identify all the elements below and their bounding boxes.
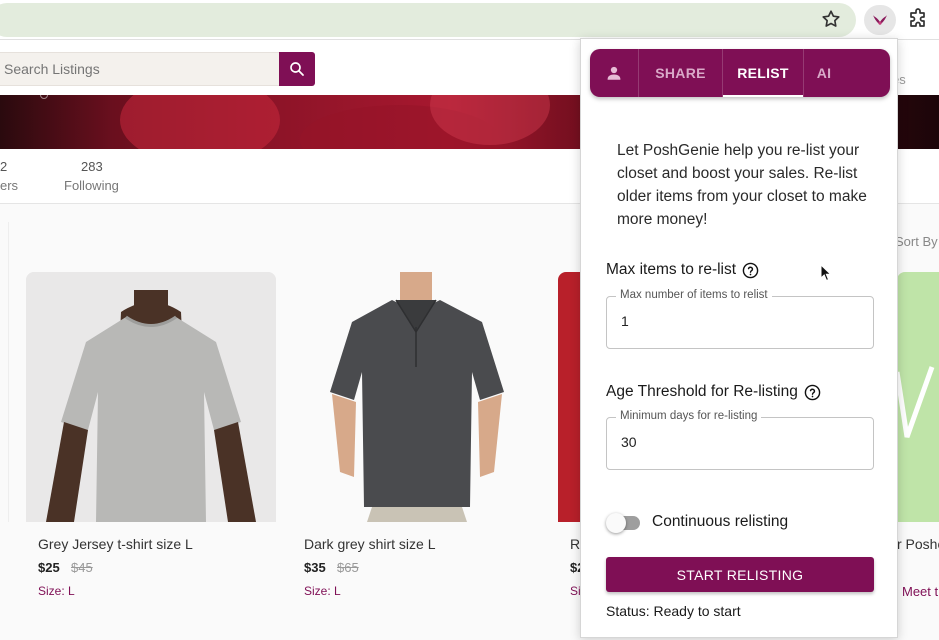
listing-original-price: $65 [337, 560, 359, 575]
listing-original-price: $45 [71, 560, 93, 575]
max-items-input[interactable] [621, 313, 851, 329]
relist-intro-text: Let PoshGenie help you re-list your clos… [617, 142, 867, 228]
search-field[interactable] [0, 52, 280, 86]
age-threshold-input[interactable] [621, 434, 851, 450]
address-bar[interactable] [0, 3, 856, 37]
listing-price: $35 [304, 560, 326, 575]
search-input[interactable] [0, 53, 279, 85]
age-threshold-label-row: Age Threshold for Re-listing [606, 383, 821, 401]
promo-image[interactable] [897, 272, 939, 522]
max-items-label-row: Max items to re-list [606, 261, 759, 279]
toggle-knob [606, 513, 626, 533]
mouse-cursor-icon [820, 264, 832, 282]
star-icon[interactable] [820, 8, 842, 30]
following-count[interactable]: 283 [81, 159, 103, 174]
poshgenie-extension-button[interactable] [864, 5, 896, 35]
following-label[interactable]: Following [64, 178, 119, 193]
search-icon [290, 62, 304, 76]
filter-divider [8, 222, 9, 522]
help-circle-icon[interactable] [742, 262, 759, 279]
puzzle-icon[interactable] [906, 7, 930, 31]
listing-size[interactable]: Size: L [304, 584, 341, 598]
max-items-field-label: Max number of items to relist [616, 289, 772, 301]
continuous-relisting-label: Continuous relisting [652, 513, 789, 530]
listing-title[interactable]: Grey Jersey t-shirt size L [38, 536, 193, 552]
dark-grey-polo-photo [292, 272, 542, 522]
sort-by-dropdown[interactable]: Sort By [895, 234, 938, 249]
status-text: Status: Ready to start [606, 603, 741, 619]
age-threshold-field-label: Minimum days for re-listing [616, 410, 762, 422]
start-relisting-button[interactable]: START RELISTING [606, 557, 874, 592]
search-button[interactable] [279, 52, 315, 86]
screen: es 2 ers 283 Following Sort By Grey Jers… [0, 0, 939, 640]
tab-profile[interactable] [590, 49, 638, 97]
listing-size[interactable]: Size: L [38, 584, 75, 598]
followers-count[interactable]: 2 [0, 159, 7, 174]
listing-price: $25 [38, 560, 60, 575]
person-icon [607, 66, 621, 80]
age-threshold-label: Age Threshold for Re-listing [606, 383, 798, 400]
promo-link[interactable]: Meet t [902, 584, 938, 599]
max-items-field[interactable]: Max number of items to relist [606, 289, 874, 349]
followers-label[interactable]: ers [0, 178, 18, 193]
max-items-label: Max items to re-list [606, 261, 737, 278]
tab-relist[interactable]: RELIST [723, 49, 803, 97]
age-threshold-field[interactable]: Minimum days for re-listing [606, 410, 874, 470]
poshgenie-logo-icon [873, 15, 887, 25]
tab-share[interactable]: SHARE [639, 49, 722, 97]
popup-tab-bar: SHARE RELIST AI [590, 49, 890, 97]
continuous-relisting-toggle[interactable] [606, 513, 642, 533]
listing-title[interactable]: Dark grey shirt size L [304, 536, 435, 552]
grey-tshirt-photo [26, 272, 276, 522]
poshgenie-popup: SHARE RELIST AI Let PoshGenie help you r… [580, 38, 898, 638]
browser-toolbar [0, 0, 939, 40]
listing-image[interactable] [26, 272, 276, 522]
promo-graphic [897, 366, 935, 438]
tab-ai[interactable]: AI [804, 49, 844, 97]
promo-title[interactable]: r Poshe [897, 536, 939, 552]
listing-image[interactable] [292, 272, 542, 522]
help-circle-icon[interactable] [804, 384, 821, 401]
